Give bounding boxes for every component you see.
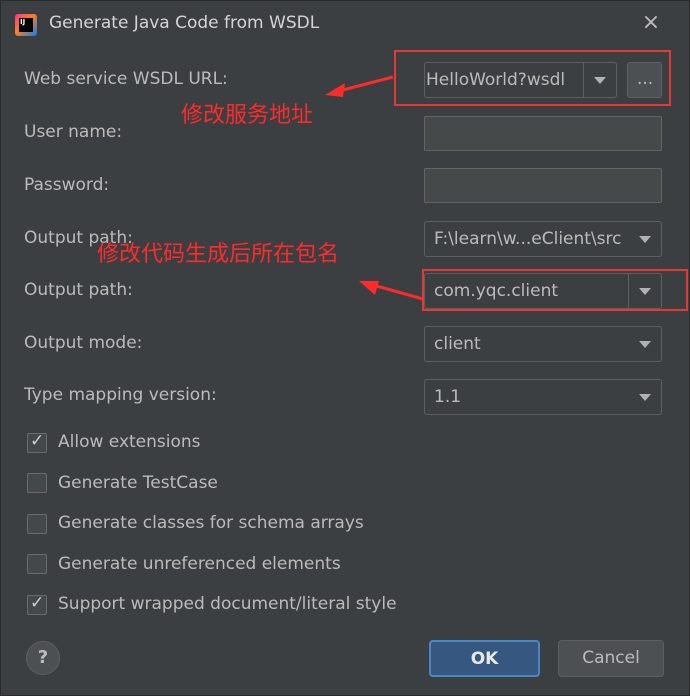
output-mode-value: client	[434, 334, 481, 354]
output-path-value: F:\learn\w...eClient\src	[434, 229, 622, 249]
output-mode-label: Output mode:	[24, 333, 143, 353]
output-mode-combo[interactable]: client	[424, 326, 662, 362]
output-path-combo[interactable]: F:\learn\w...eClient\src	[424, 221, 662, 257]
dialog-title: Generate Java Code from WSDL	[49, 13, 320, 33]
generate-unreferenced-label: Generate unreferenced elements	[58, 554, 341, 574]
allow-extensions-label: Allow extensions	[58, 432, 201, 452]
annotation-note-service-address: 修改服务地址	[181, 103, 314, 128]
password-input[interactable]	[424, 168, 662, 203]
app-icon-text: IJ	[19, 18, 33, 32]
close-icon[interactable]: ×	[637, 9, 665, 37]
annotation-box-wsdl	[394, 50, 671, 106]
password-label: Password:	[24, 175, 110, 195]
package-path-label: Output path:	[24, 280, 133, 300]
allow-extensions-checkbox[interactable]	[27, 431, 47, 453]
chevron-down-icon[interactable]	[639, 341, 651, 348]
generate-testcase-label: Generate TestCase	[58, 473, 218, 493]
generate-testcase-checkbox[interactable]	[27, 473, 47, 493]
generate-schema-arrays-checkbox[interactable]	[27, 514, 47, 534]
annotation-box-package	[422, 269, 688, 311]
wsdl-url-label: Web service WSDL URL:	[24, 69, 228, 89]
annotation-arrow-package	[359, 281, 424, 301]
type-mapping-combo[interactable]: 1.1	[424, 379, 662, 415]
support-wrapped-label: Support wrapped document/literal style	[58, 594, 397, 614]
annotation-arrow-wsdl	[325, 75, 394, 97]
support-wrapped-checkbox[interactable]	[27, 593, 47, 615]
user-name-label: User name:	[24, 122, 123, 142]
ok-button[interactable]: OK	[429, 640, 540, 677]
type-mapping-value: 1.1	[434, 387, 462, 407]
title-bar: IJ Generate Java Code from WSDL ×	[1, 1, 690, 47]
user-name-input[interactable]	[424, 116, 662, 151]
generate-unreferenced-checkbox[interactable]	[27, 554, 47, 574]
dialog: IJ Generate Java Code from WSDL × Web se…	[0, 0, 690, 696]
cancel-button[interactable]: Cancel	[558, 640, 664, 677]
chevron-down-icon[interactable]	[639, 394, 651, 401]
help-button[interactable]: ?	[26, 641, 60, 675]
generate-schema-arrays-label: Generate classes for schema arrays	[58, 513, 364, 533]
chevron-down-icon[interactable]	[639, 236, 651, 243]
type-mapping-label: Type mapping version:	[24, 385, 217, 405]
annotation-note-package-name: 修改代码生成后所在包名	[97, 242, 340, 267]
intellij-app-icon: IJ	[15, 14, 37, 36]
